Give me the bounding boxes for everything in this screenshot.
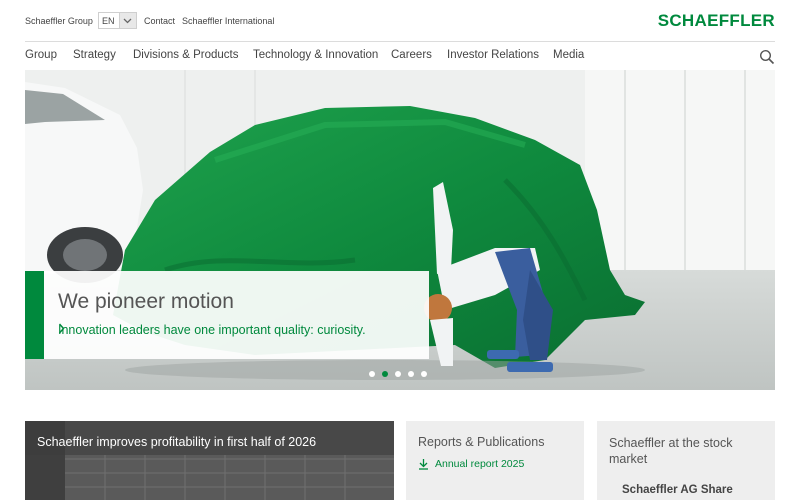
hero-title: We pioneer motion	[58, 290, 234, 313]
stock-market-card-title: Schaeffler at the stock market	[609, 436, 733, 466]
hero-accent-bar	[25, 271, 44, 359]
news-teaser-card[interactable]: Schaeffler improves profitability in fir…	[25, 421, 394, 500]
annual-report-label: Annual report 2025	[435, 458, 525, 470]
reports-card-title: Reports & Publications	[418, 435, 545, 449]
slider-dot-2[interactable]	[382, 371, 388, 377]
reports-card: Reports & Publications Annual report 202…	[406, 421, 584, 500]
slider-dot-1[interactable]	[369, 371, 375, 377]
slider-dot-3[interactable]	[395, 371, 401, 377]
annual-report-link[interactable]: Annual report 2025	[418, 458, 524, 470]
news-teaser-title: Schaeffler improves profitability in fir…	[37, 435, 317, 449]
slider-dot-4[interactable]	[408, 371, 414, 377]
search-icon[interactable]	[759, 49, 775, 65]
schaeffler-group-link[interactable]: Schaeffler Group	[25, 16, 93, 26]
hero-banner[interactable]: We pioneer motion Innovation leaders hav…	[25, 70, 775, 390]
schaeffler-international-link[interactable]: Schaeffler International	[182, 16, 274, 26]
language-select[interactable]: EN	[98, 12, 137, 29]
schaeffler-logo[interactable]: SCHAEFFLER	[658, 11, 775, 31]
contact-link[interactable]: Contact	[144, 16, 175, 26]
slider-dot-5[interactable]	[421, 371, 427, 377]
slider-dots	[369, 371, 427, 377]
nav-item-strategy[interactable]: Strategy	[73, 49, 116, 61]
language-value: EN	[102, 16, 115, 26]
nav-item-divisions-products[interactable]: Divisions & Products	[133, 49, 238, 61]
nav-item-media[interactable]: Media	[553, 49, 584, 61]
stock-market-card: Schaeffler at the stock market Schaeffle…	[597, 421, 775, 500]
nav-item-careers[interactable]: Careers	[391, 49, 432, 61]
hero-link[interactable]: Innovation leaders have one important qu…	[58, 323, 374, 337]
hero-caption: We pioneer motion Innovation leaders hav…	[25, 271, 429, 359]
nav-item-technology-innovation[interactable]: Technology & Innovation	[253, 49, 378, 61]
top-bar: Schaeffler Group EN Contact Schaeffler I…	[25, 0, 775, 41]
hero-link-label: Innovation leaders have one important qu…	[58, 323, 366, 337]
nav-item-investor-relations[interactable]: Investor Relations	[447, 49, 539, 61]
news-teaser-image	[25, 421, 394, 500]
share-label: Schaeffler AG Share	[622, 484, 733, 496]
download-icon	[419, 459, 428, 470]
nav-item-group[interactable]: Group	[25, 49, 57, 61]
main-navigation: Group Strategy Divisions & Products Tech…	[25, 42, 775, 70]
chevron-down-icon[interactable]	[118, 13, 136, 28]
